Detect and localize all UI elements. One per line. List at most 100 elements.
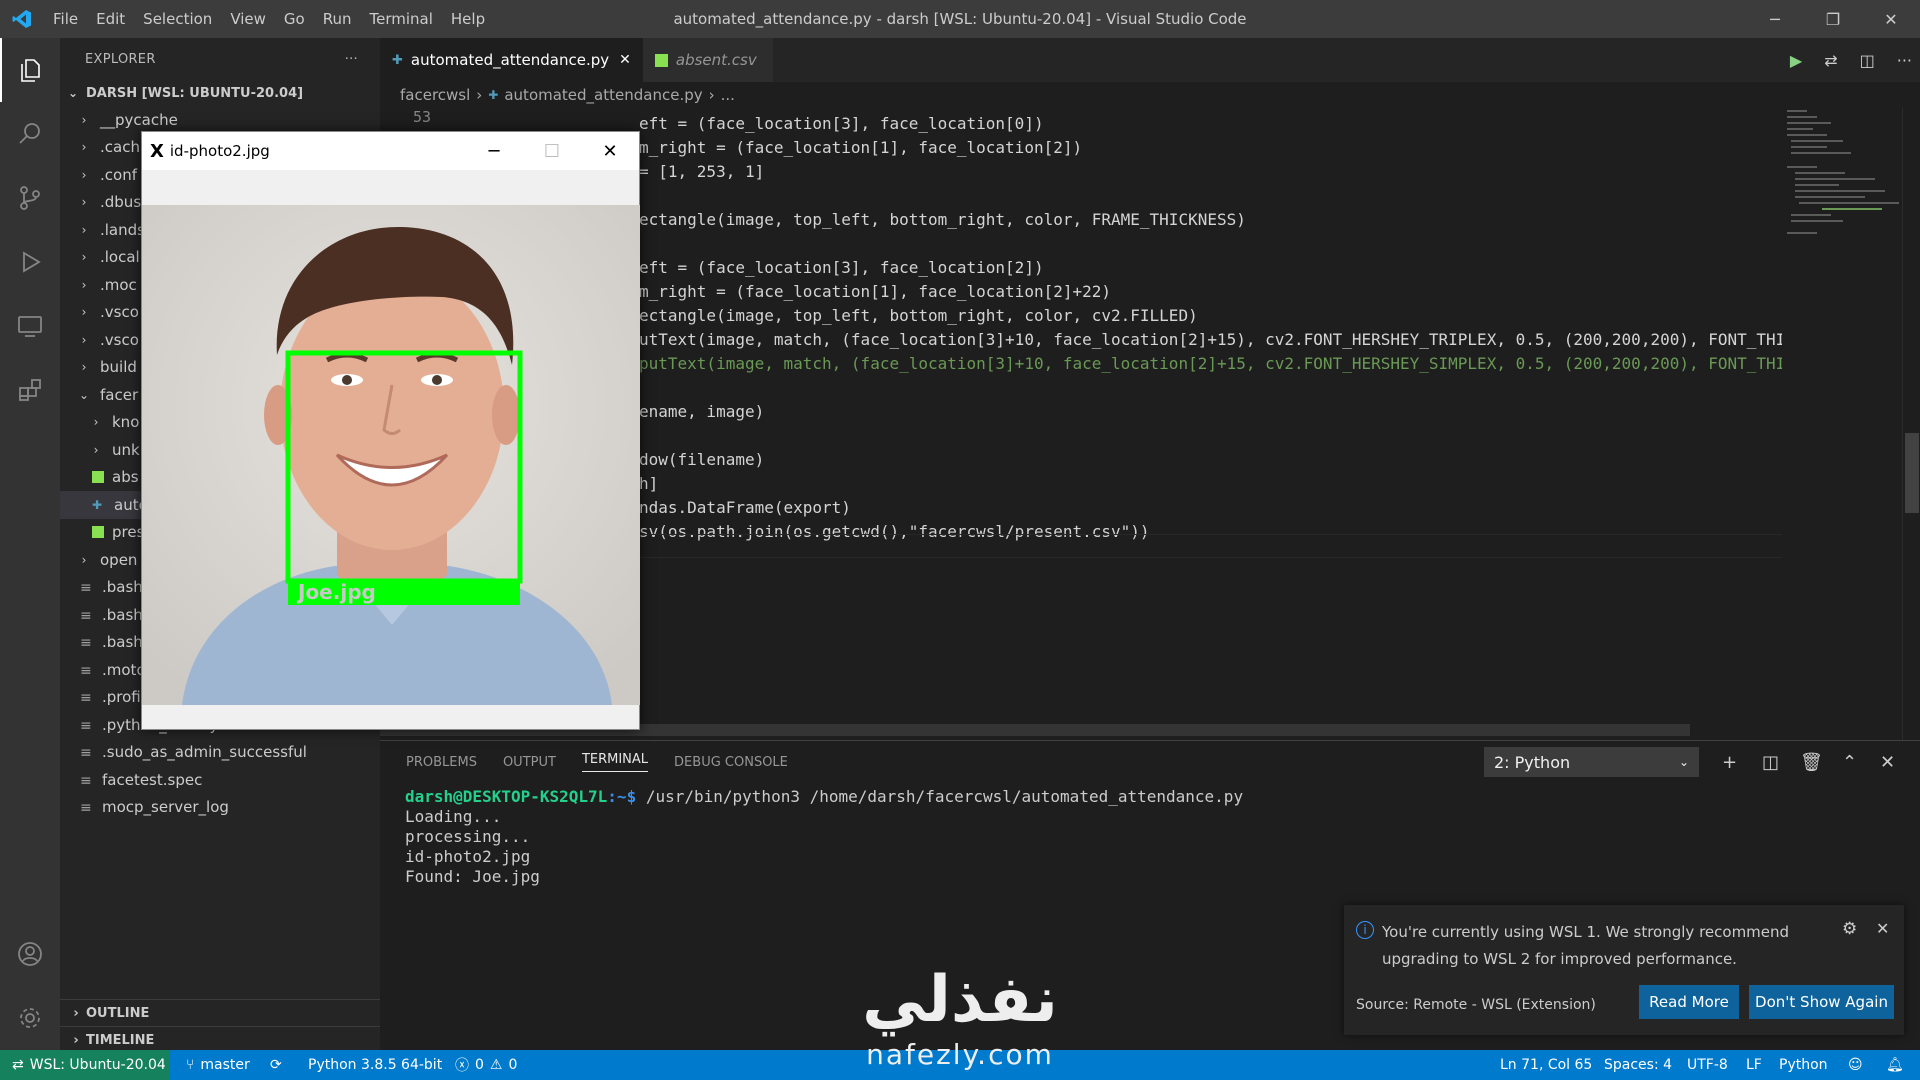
outline-section[interactable]: › OUTLINE bbox=[60, 999, 380, 1026]
run-debug-icon[interactable] bbox=[0, 230, 60, 294]
compare-changes-icon[interactable]: ⇄ bbox=[1824, 51, 1837, 70]
terminal-select-value: 2: Python bbox=[1494, 752, 1571, 772]
tab-debug-console[interactable]: DEBUG CONSOLE bbox=[674, 755, 788, 770]
menu-selection[interactable]: Selection bbox=[134, 0, 221, 38]
close-tab-icon[interactable]: ✕ bbox=[619, 52, 631, 68]
search-icon[interactable] bbox=[0, 102, 60, 166]
csv-file-icon bbox=[92, 471, 104, 484]
kill-terminal-icon[interactable]: 🗑 bbox=[1800, 741, 1823, 783]
terminal-select[interactable]: 2: Python ⌄ bbox=[1484, 747, 1699, 777]
tree-item[interactable]: ≡ .sudo_as_admin_successful bbox=[60, 739, 380, 767]
menu-edit[interactable]: Edit bbox=[87, 0, 134, 38]
tree-item[interactable]: ≡ facetest.spec bbox=[60, 766, 380, 794]
source-control-icon[interactable] bbox=[0, 166, 60, 230]
restore-icon[interactable]: ❐ bbox=[1804, 0, 1862, 38]
timeline-label: TIMELINE bbox=[86, 1032, 155, 1048]
tree-item-label: .profi bbox=[102, 688, 141, 707]
timeline-section[interactable]: › TIMELINE bbox=[60, 1026, 380, 1053]
menu-run[interactable]: Run bbox=[314, 0, 361, 38]
remote-explorer-icon[interactable] bbox=[0, 294, 60, 358]
tree-item-label: facer bbox=[100, 385, 139, 404]
close-icon[interactable]: ✕ bbox=[1876, 919, 1889, 938]
more-actions-icon[interactable]: ··· bbox=[1897, 51, 1912, 70]
minimize-icon[interactable]: ─ bbox=[1746, 0, 1804, 38]
more-actions-icon[interactable]: ··· bbox=[345, 52, 358, 67]
cursor-position[interactable]: Ln 71, Col 65 bbox=[1500, 1050, 1592, 1080]
breadcrumb-folder[interactable]: facercwsl bbox=[400, 86, 470, 104]
split-terminal-icon[interactable]: ◫ bbox=[1762, 741, 1779, 783]
csv-file-icon bbox=[92, 526, 104, 539]
breadcrumb-file[interactable]: automated_attendance.py bbox=[504, 86, 702, 104]
maximize-icon[interactable]: ☐ bbox=[523, 132, 581, 170]
end-of-line[interactable]: LF bbox=[1746, 1050, 1762, 1080]
scroll-thumb[interactable] bbox=[1905, 433, 1919, 513]
sync-icon[interactable]: ⟳ bbox=[270, 1050, 282, 1080]
code-line: h] bbox=[639, 474, 659, 493]
close-icon[interactable]: ✕ bbox=[581, 132, 639, 170]
breadcrumb-symbol[interactable]: ... bbox=[721, 86, 735, 104]
chevron-right-icon: › bbox=[73, 1032, 79, 1048]
run-file-icon[interactable]: ▶ bbox=[1790, 51, 1802, 70]
file-lines-icon: ≡ bbox=[80, 717, 92, 734]
menu-view[interactable]: View bbox=[221, 0, 275, 38]
problems-indicator[interactable]: ⓧ 0 ⚠ 0 bbox=[455, 1050, 517, 1080]
close-icon[interactable]: ✕ bbox=[1862, 0, 1920, 38]
info-icon: i bbox=[1356, 921, 1374, 939]
minimize-icon[interactable]: ─ bbox=[465, 132, 523, 170]
dont-show-again-button[interactable]: Don't Show Again bbox=[1749, 985, 1894, 1019]
menu-go[interactable]: Go bbox=[275, 0, 314, 38]
tab-problems[interactable]: PROBLEMS bbox=[406, 755, 477, 770]
feedback-icon[interactable]: ☺ bbox=[1848, 1050, 1863, 1080]
read-more-button[interactable]: Read More bbox=[1639, 985, 1739, 1019]
tree-item-label: open bbox=[100, 550, 138, 569]
tree-item-label: .dbus bbox=[100, 193, 142, 212]
chevron-right-icon: › bbox=[81, 167, 87, 182]
chevron-right-icon: › bbox=[81, 360, 87, 375]
tree-item-label: .conf bbox=[100, 165, 137, 184]
extensions-icon[interactable] bbox=[0, 358, 60, 422]
remote-indicator[interactable]: ⇄ WSL: Ubuntu-20.04 bbox=[0, 1050, 170, 1080]
warning-count: 0 bbox=[508, 1057, 518, 1073]
minimap[interactable] bbox=[1782, 108, 1902, 740]
settings-gear-icon[interactable]: ⚙ bbox=[1842, 919, 1857, 939]
tab-automated-attendance[interactable]: ✚ automated_attendance.py ✕ bbox=[380, 38, 643, 82]
notification-message: You're currently using WSL 1. We strongl… bbox=[1382, 923, 1790, 968]
tab-terminal[interactable]: TERMINAL bbox=[581, 752, 649, 772]
watermark-arabic: نفذلي bbox=[862, 963, 1058, 1037]
indentation[interactable]: Spaces: 4 bbox=[1604, 1050, 1672, 1080]
chevron-right-icon: › bbox=[81, 140, 87, 155]
code-line: ectangle(image, top_left, bottom_right, … bbox=[639, 306, 1198, 325]
menu-file[interactable]: File bbox=[44, 0, 87, 38]
menu-terminal[interactable]: Terminal bbox=[361, 0, 442, 38]
tree-item[interactable]: ≡ mocp_server_log bbox=[60, 794, 380, 822]
maximize-panel-icon[interactable]: ⌃ bbox=[1842, 741, 1857, 783]
tab-output[interactable]: OUTPUT bbox=[503, 755, 556, 770]
file-lines-icon: ≡ bbox=[80, 662, 92, 679]
account-icon[interactable] bbox=[0, 922, 60, 986]
encoding[interactable]: UTF-8 bbox=[1687, 1050, 1728, 1080]
tree-item-label: .moto bbox=[102, 660, 146, 679]
python-interpreter[interactable]: Python 3.8.5 64-bit bbox=[308, 1050, 442, 1080]
branch-indicator[interactable]: ⑂ master bbox=[186, 1050, 250, 1080]
terminal-command-line: darsh@DESKTOP-KS2QL7L:~$ /usr/bin/python… bbox=[405, 787, 1243, 806]
chevron-right-icon: › bbox=[93, 442, 99, 457]
notifications-bell-icon[interactable]: 🔔︎ bbox=[1886, 1050, 1904, 1080]
new-terminal-icon[interactable]: + bbox=[1722, 741, 1737, 783]
menu-help[interactable]: Help bbox=[442, 0, 494, 38]
watermark-latin: nafezly.com bbox=[866, 1038, 1054, 1071]
close-panel-icon[interactable]: ✕ bbox=[1880, 741, 1895, 783]
vertical-scrollbar[interactable] bbox=[1902, 108, 1920, 740]
chevron-right-icon: › bbox=[708, 86, 715, 104]
split-editor-icon[interactable]: ◫ bbox=[1860, 51, 1875, 70]
settings-gear-icon[interactable] bbox=[0, 986, 60, 1050]
remote-label: WSL: Ubuntu-20.04 bbox=[29, 1057, 166, 1073]
terminal-output-line: processing... bbox=[405, 827, 531, 846]
workspace-root[interactable]: ⌄ DARSH [WSL: UBUNTU-20.04] bbox=[60, 80, 380, 106]
tab-absent-csv[interactable]: absent.csv bbox=[642, 38, 773, 82]
explorer-icon[interactable] bbox=[0, 38, 60, 102]
tree-item[interactable]: › __pycache bbox=[60, 106, 380, 134]
chevron-down-icon: ⌄ bbox=[78, 387, 90, 402]
terminal-command: /usr/bin/python3 /home/darsh/facercwsl/a… bbox=[636, 787, 1244, 806]
language-mode[interactable]: Python bbox=[1779, 1050, 1828, 1080]
image-window-controls: ─ ☐ ✕ bbox=[465, 132, 639, 170]
